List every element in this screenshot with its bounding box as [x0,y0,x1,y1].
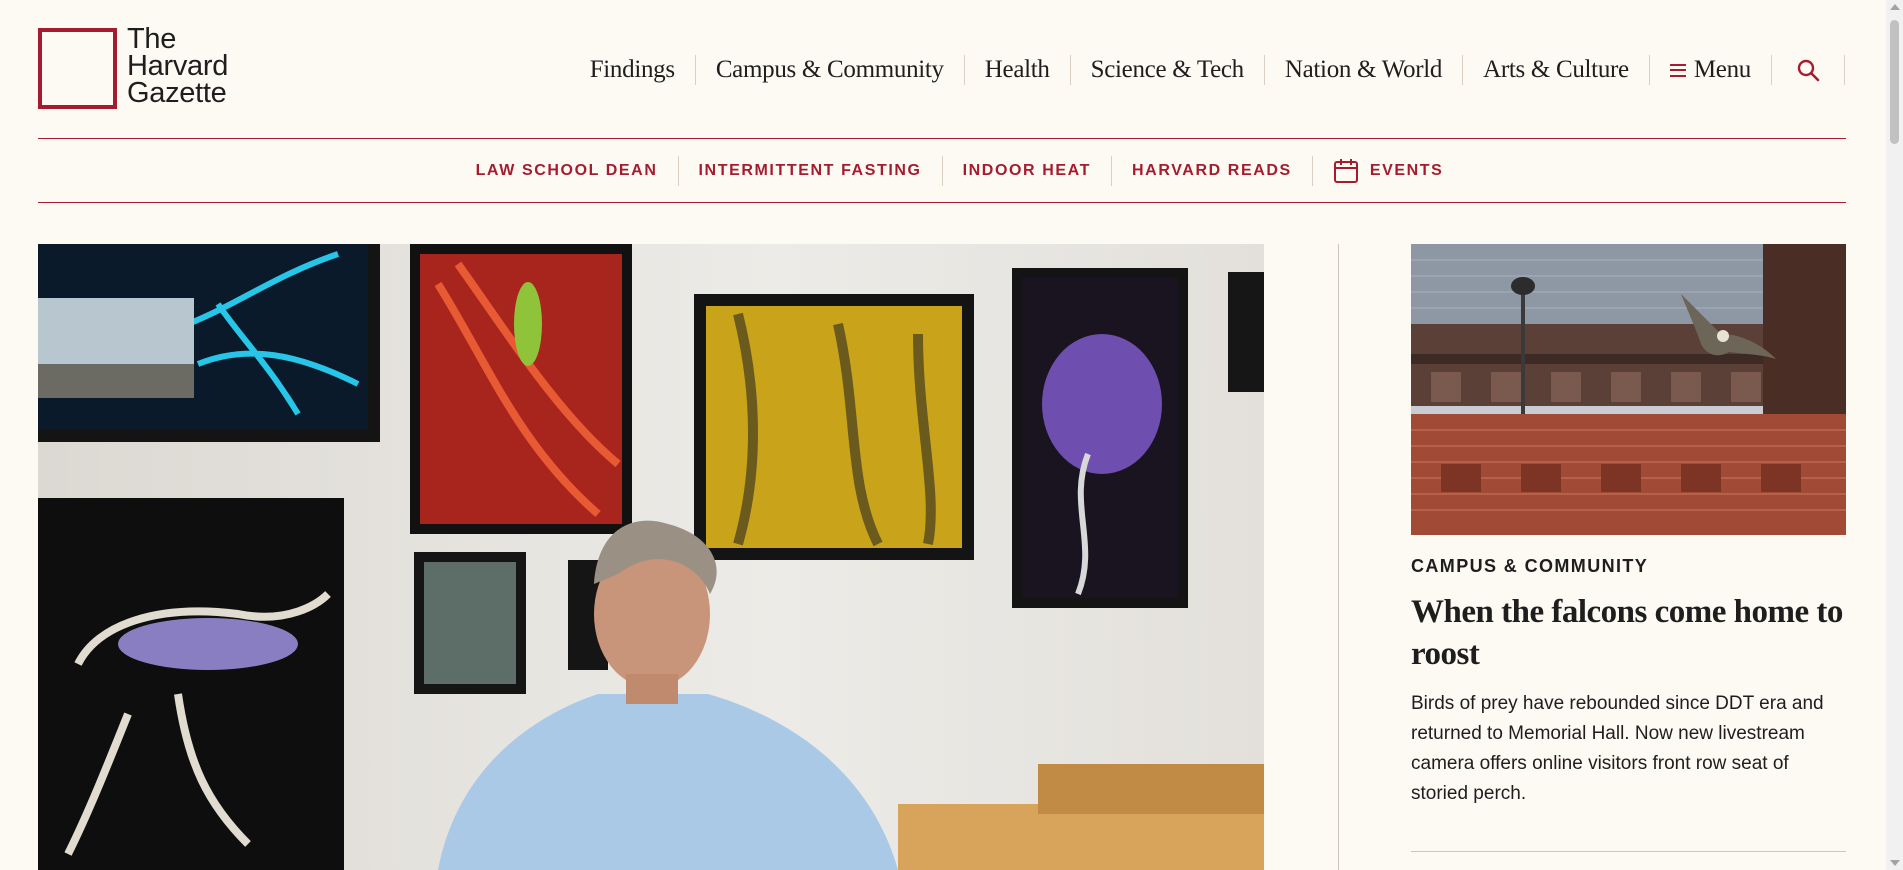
nav-item-findings[interactable]: Findings [570,56,695,84]
events-link[interactable]: EVENTS [1313,158,1464,184]
falcon-photo-icon [1411,244,1846,535]
logo-line: The [127,23,177,55]
scroll-thumb[interactable] [1890,20,1899,144]
logo-line: Harvard [127,50,229,82]
side-story-card: CAMPUS & COMMUNITY When the falcons come… [1411,244,1846,852]
trending-rule [38,202,1846,203]
photo-icon [38,244,1264,870]
events-label: EVENTS [1369,162,1444,179]
hero-image[interactable] [38,244,1264,870]
trending-bar: LAW SCHOOL DEAN INTERMITTENT FASTING IND… [0,154,1903,188]
side-story-description: Birds of prey have rebounded since DDT e… [1411,693,1824,804]
logo-wordmark: The Harvard Gazette [127,23,229,109]
main-nav: Findings Campus & Community Health Scien… [570,50,1845,90]
hamburger-icon [1669,63,1686,77]
side-story-divider [1411,851,1846,852]
search-button[interactable] [1772,58,1844,82]
side-story-image[interactable] [1411,244,1846,535]
menu-button[interactable]: Menu [1650,56,1771,84]
nav-item-campus-community[interactable]: Campus & Community [696,56,964,84]
nav-item-health[interactable]: Health [965,56,1070,84]
side-story-category[interactable]: CAMPUS & COMMUNITY [1411,556,1846,577]
trending-harvard-reads[interactable]: HARVARD READS [1112,162,1312,180]
side-story-title[interactable]: When the falcons come home to roost [1411,591,1846,675]
nav-item-science-tech[interactable]: Science & Tech [1071,56,1264,84]
scroll-up-arrow-icon[interactable] [1890,4,1900,10]
site-logo[interactable]: The Harvard Gazette [38,23,229,109]
trending-intermittent-fasting[interactable]: INTERMITTENT FASTING [679,162,942,180]
nav-item-arts-culture[interactable]: Arts & Culture [1463,56,1649,84]
nav-divider [1844,55,1845,85]
logo-line: Gazette [127,77,227,109]
search-icon [1797,59,1820,82]
logo-mark [38,28,117,109]
column-divider [1338,244,1339,870]
nav-item-nation-world[interactable]: Nation & World [1265,56,1462,84]
menu-label: Menu [1693,56,1751,83]
trending-indoor-heat[interactable]: INDOOR HEAT [943,162,1111,180]
calendar-icon [1333,159,1358,183]
page-scrollbar[interactable] [1886,0,1903,870]
trending-law-school-dean[interactable]: LAW SCHOOL DEAN [456,162,678,180]
scroll-down-arrow-icon[interactable] [1890,860,1900,866]
header-rule [38,138,1846,139]
